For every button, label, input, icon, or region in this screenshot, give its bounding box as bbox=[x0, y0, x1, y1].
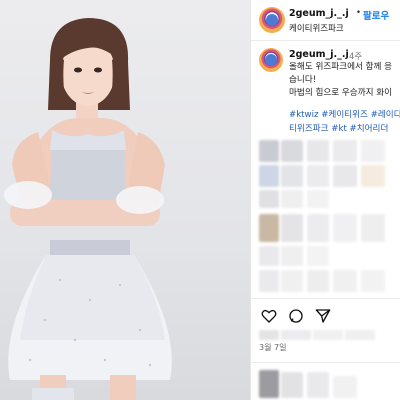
divider bbox=[251, 362, 400, 363]
heart-icon[interactable] bbox=[261, 308, 277, 324]
post-photo[interactable] bbox=[0, 0, 250, 400]
location-link[interactable]: 케이티위즈파크 bbox=[289, 22, 344, 34]
share-icon[interactable] bbox=[315, 308, 331, 324]
comment-icon[interactable] bbox=[288, 308, 304, 324]
post-date: 3월 7일 bbox=[259, 343, 287, 352]
comment-avatar[interactable] bbox=[259, 48, 283, 72]
caption-line: 마법의 힘으로 우승까지 화이 bbox=[289, 88, 393, 98]
separator-dot: • bbox=[356, 8, 362, 18]
hashtag-line[interactable]: #ktwiz #케이티위즈 #레이디 bbox=[289, 108, 400, 122]
caption: 올해도 위즈파크에서 함께 응 습니다! 마법의 힘으로 우승까지 화이 bbox=[289, 61, 392, 100]
action-bar bbox=[251, 298, 400, 333]
caption-line: 올해도 위즈파크에서 함께 응 bbox=[289, 62, 393, 72]
hashtag-line[interactable]: 티위즈파크 #kt #치어리더 bbox=[289, 122, 400, 136]
hashtags[interactable]: #ktwiz #케이티위즈 #레이디 티위즈파크 #kt #치어리더 bbox=[289, 108, 400, 136]
username[interactable]: 2geum_j._.j bbox=[289, 8, 349, 19]
post-header: 2geum_j._.j • 팔로우 케이티위즈파크 bbox=[251, 0, 400, 41]
comment-username[interactable]: 2geum_j._.j bbox=[289, 49, 349, 60]
follow-button[interactable]: 팔로우 bbox=[363, 8, 389, 22]
avatar[interactable] bbox=[259, 7, 285, 33]
caption-line: 습니다! bbox=[289, 75, 317, 85]
post-panel: 2geum_j._.j • 팔로우 케이티위즈파크 2geum_j._.j 4주… bbox=[250, 0, 400, 400]
cheerleader-photo bbox=[4, 18, 172, 400]
